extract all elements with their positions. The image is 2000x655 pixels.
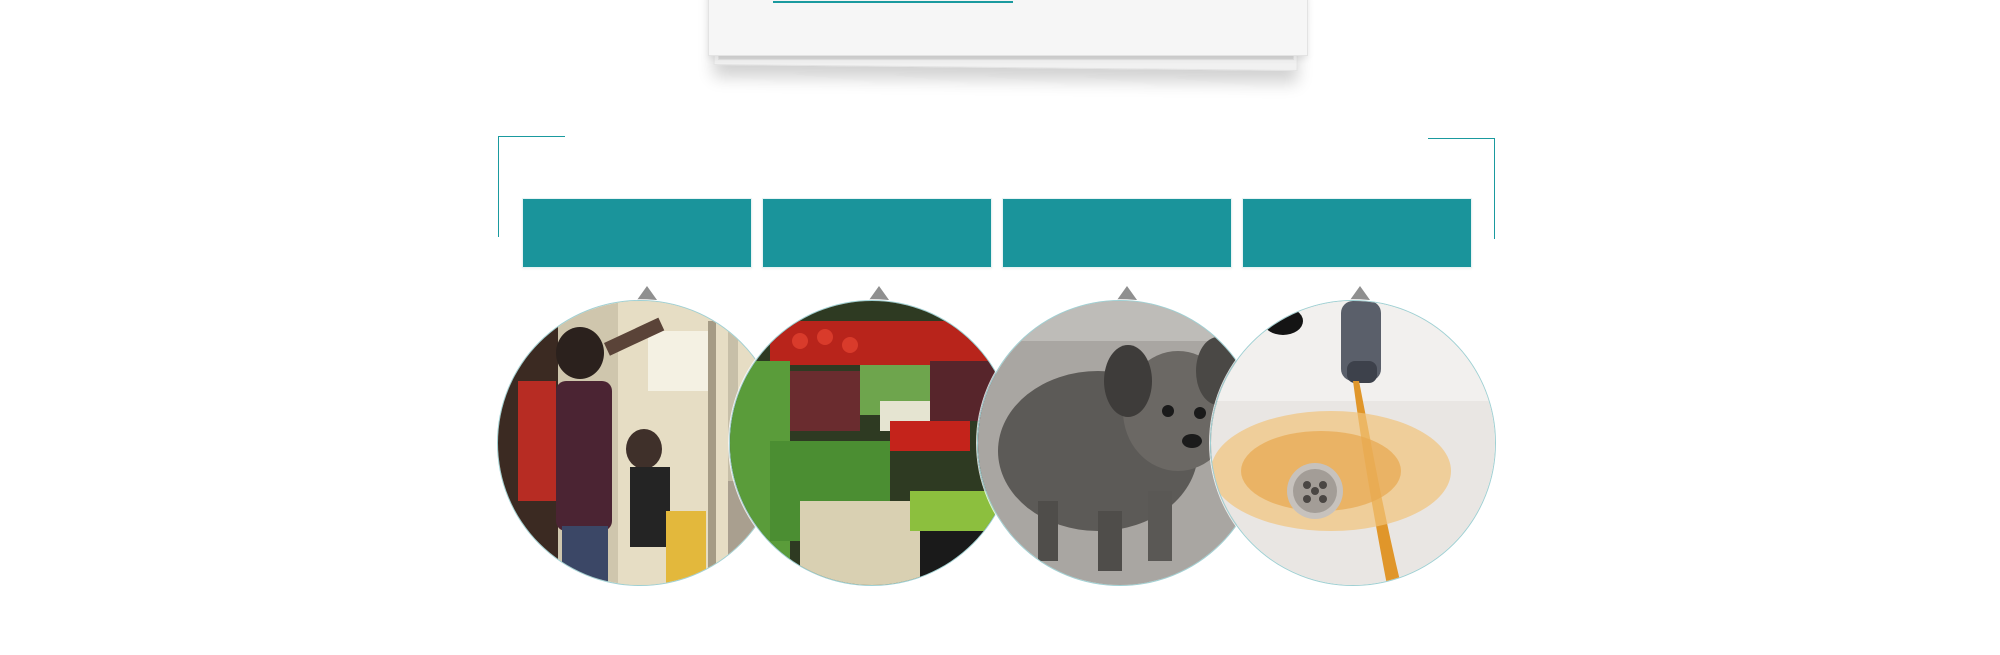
pointer-arrow <box>869 286 889 300</box>
rusty-water-sink-photo <box>1210 300 1496 586</box>
pointer-arrow <box>637 286 657 300</box>
vegetable-market-photo <box>729 300 1015 586</box>
category-tile-2[interactable] <box>762 198 992 268</box>
category-tile-1[interactable] <box>522 198 752 268</box>
paper-accent-line <box>773 1 1013 3</box>
circle-item-sink[interactable] <box>1210 286 1510 596</box>
paper-sheet-front <box>708 0 1308 56</box>
category-tile-4[interactable] <box>1242 198 1472 268</box>
paper-stack-graphic <box>706 0 1312 80</box>
pointer-arrow <box>1117 286 1137 300</box>
category-tile-3[interactable] <box>1002 198 1232 268</box>
pointer-arrow <box>1350 286 1370 300</box>
page <box>0 0 2000 655</box>
